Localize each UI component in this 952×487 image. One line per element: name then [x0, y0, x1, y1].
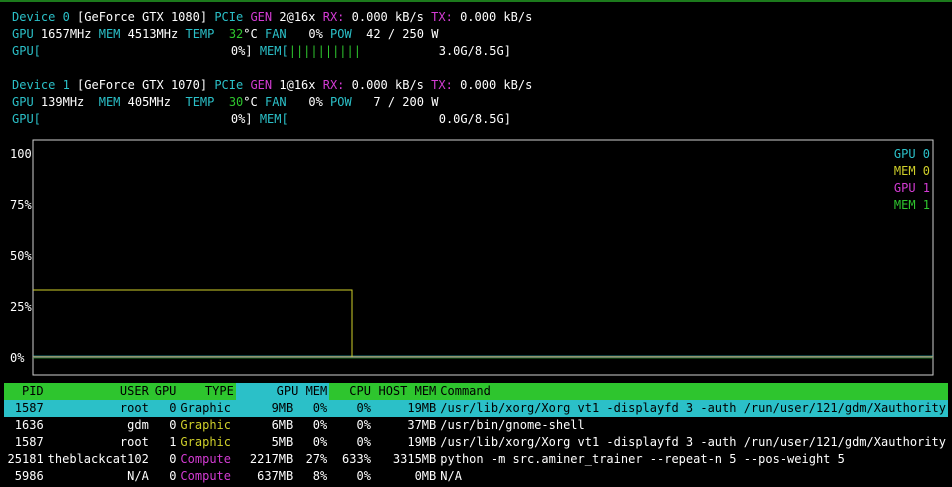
gpu-mem-amount: 5MB: [271, 435, 294, 449]
gpu-mem-amount: 6MB: [271, 418, 294, 432]
cell-host-mem: 37MB: [407, 418, 437, 432]
cell-type: Compute: [180, 469, 231, 483]
col-gpu[interactable]: GPU: [150, 383, 179, 400]
chart-frame: [32, 139, 934, 376]
cell-command: N/A: [440, 469, 462, 483]
cell-gpu-mem: 637MB 8%: [236, 468, 329, 485]
col-pid[interactable]: PID: [4, 383, 46, 400]
cell-pid: 25181: [7, 452, 44, 466]
col-user[interactable]: USER: [45, 383, 151, 400]
legend-mem1: MEM 1: [893, 198, 930, 212]
cell-host-mem: 19MB: [407, 435, 437, 449]
gpu-mem-amount: 2217MB: [249, 452, 294, 466]
gpu-mem-amount: 9MB: [271, 401, 294, 415]
table-row[interactable]: 1587 root 0 Graphic 9MB 0% 0% 19MB/usr/lib/xorg…: [4, 400, 948, 417]
gpu-mem-percent: 0%: [312, 401, 328, 415]
gpu-mem-percent: 0%: [312, 435, 328, 449]
cell-command: python -m src.aminer_trainer --repeat-n …: [440, 452, 845, 466]
cell-gpu: 0: [169, 418, 177, 432]
cell-command: /usr/lib/xorg/Xorg vt1 -displayfd 3 -aut…: [438, 400, 948, 417]
col-cpu[interactable]: CPU: [329, 383, 373, 400]
cell-cpu: 0%: [356, 469, 371, 483]
cell-gpu: 1: [169, 435, 177, 449]
cell-gpu-mem: 5MB 0%: [236, 434, 329, 451]
cell-user: gdm: [127, 418, 149, 432]
cell-cpu: 0%: [329, 400, 373, 417]
cell-command: /usr/lib/xorg/Xorg vt1 -displayfd 3 -aut…: [440, 435, 946, 449]
col-gpu-mem[interactable]: GPU MEM: [235, 383, 330, 400]
cell-cpu: 0%: [356, 418, 371, 432]
col-command[interactable]: Command: [438, 383, 948, 400]
cell-gpu: 0: [169, 452, 177, 466]
cell-pid: 1636: [14, 418, 44, 432]
cell-user: root: [45, 400, 151, 417]
cell-gpu-mem: 6MB 0%: [236, 417, 329, 434]
legend-gpu1: GPU 1: [893, 181, 930, 195]
cell-type: Graphic: [180, 435, 231, 449]
cell-pid: 1587: [14, 435, 44, 449]
gpu-mem-percent: 27%: [305, 452, 328, 466]
cell-cpu: 633%: [342, 452, 371, 466]
legend-gpu0: GPU 0: [893, 147, 930, 161]
cell-gpu-mem: 2217MB 27%: [236, 451, 329, 468]
table-row[interactable]: 1636 gdm 0 Graphic 6MB 0% 0% 37MB/usr/bin/gnome…: [4, 417, 948, 434]
cell-pid: 1587: [4, 400, 46, 417]
cell-gpu: 0: [169, 469, 177, 483]
legend-mem0: MEM 0: [893, 164, 930, 178]
table-header: PID USER GPU TYPE GPU MEM CPU HOST MEM C…: [4, 383, 948, 400]
col-type[interactable]: TYPE: [178, 383, 236, 400]
gpu-mem-percent: 0%: [312, 418, 328, 432]
cell-host-mem: 0MB: [414, 469, 437, 483]
gpu-mem-percent: 8%: [312, 469, 328, 483]
table-row[interactable]: 25181 theblackcat102 0 Compute 2217MB 27% 633%…: [4, 451, 948, 468]
cell-gpu: 0: [150, 400, 179, 417]
table-row[interactable]: 5986 N/A 0 Compute 637MB 8% 0% 0MB N/A: [4, 468, 948, 485]
process-table: PID USER GPU TYPE GPU MEM CPU HOST MEM C…: [4, 383, 948, 485]
col-host-mem[interactable]: HOST MEM: [372, 383, 439, 400]
cell-type: Graphic: [178, 400, 236, 417]
series-line-mem0: [33, 289, 353, 357]
cell-type: Graphic: [180, 418, 231, 432]
table-row[interactable]: 1587 root 1 Graphic 5MB 0% 0% 19MB/usr/lib/xorg…: [4, 434, 948, 451]
cell-type: Compute: [180, 452, 231, 466]
gpu-mem-amount: 637MB: [257, 469, 294, 483]
cell-host-mem: 19MB: [372, 400, 439, 417]
cell-user: theblackcat102: [47, 452, 149, 466]
cell-user: root: [119, 435, 149, 449]
cell-gpu-mem: 9MB 0%: [235, 400, 330, 417]
cell-cpu: 0%: [356, 435, 371, 449]
cell-user: N/A: [127, 469, 149, 483]
cell-host-mem: 3315MB: [392, 452, 437, 466]
cell-pid: 5986: [14, 469, 44, 483]
cell-command: /usr/bin/gnome-shell: [440, 418, 585, 432]
